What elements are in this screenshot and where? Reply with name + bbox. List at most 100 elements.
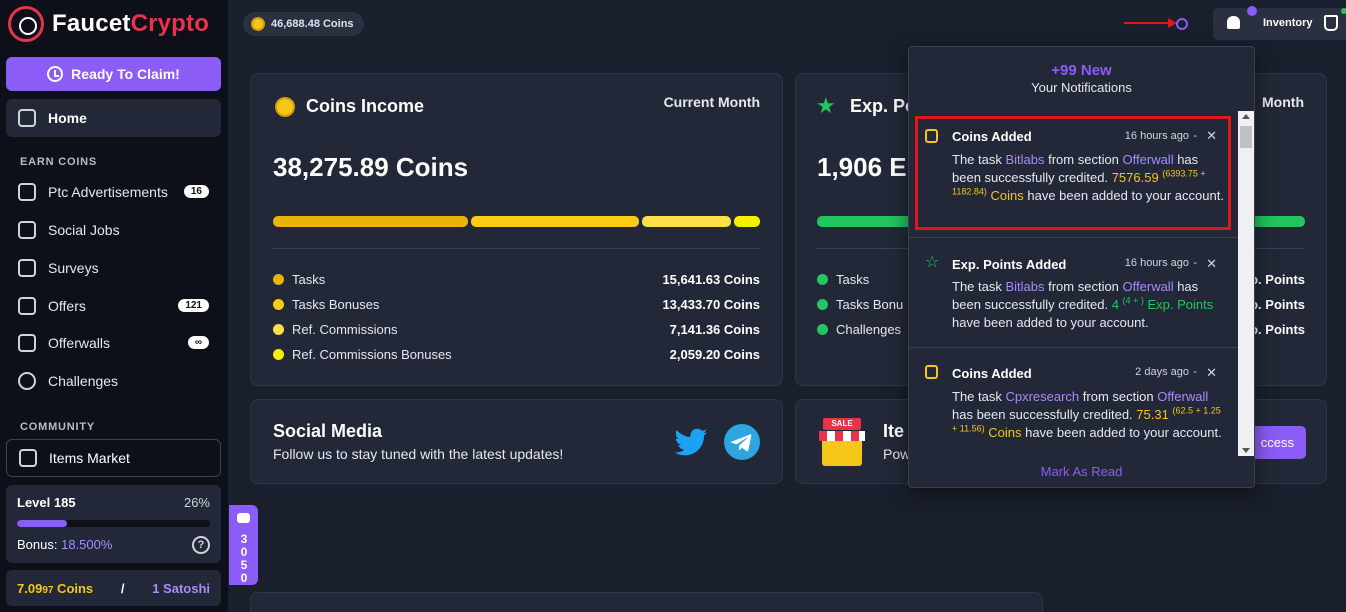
coins-bar-segment (734, 216, 761, 227)
exp-points-total: 1,906 E (817, 152, 907, 182)
notification-dot (1247, 6, 1257, 16)
balance-satoshi: 1 Satoshi (152, 580, 210, 596)
coin-balance-pill[interactable]: 46,688.48 Coins (243, 12, 364, 36)
logo[interactable]: FaucetCrypto (8, 6, 209, 42)
sidebar: FaucetCrypto Ready To Claim! Home EARN C… (0, 0, 228, 612)
inventory-button[interactable]: Inventory (1263, 17, 1313, 29)
coin-icon (251, 17, 265, 31)
notifications-scrollbar[interactable] (1238, 111, 1254, 456)
clock-icon (47, 66, 64, 82)
sidebar-item-offers[interactable]: Offers 121 (6, 288, 221, 324)
row-value: 13,433.70 Coins (662, 297, 760, 312)
card-subtitle: Pow (883, 446, 911, 462)
level-card: Level 185 26% Bonus: 18.500% ? (6, 485, 221, 563)
sidebar-item-ptc-advertisements[interactable]: Ptc Advertisements 16 (6, 174, 221, 210)
ready-to-claim-button[interactable]: Ready To Claim! (6, 57, 221, 91)
row-value: 15,641.63 Coins (662, 272, 760, 287)
coins-income-card: Coins Income Current Month 38,275.89 Coi… (250, 73, 783, 386)
close-icon[interactable]: ✕ (1206, 256, 1217, 272)
bell-icon[interactable] (1227, 16, 1240, 29)
help-icon[interactable]: ? (192, 536, 210, 554)
globe-icon[interactable] (1176, 18, 1188, 30)
briefcase-icon (18, 221, 36, 239)
star-outline-icon: ☆ (925, 254, 940, 271)
sidebar-item-items-market[interactable]: Items Market (6, 439, 221, 477)
notifications-title: Your Notifications (1031, 80, 1132, 95)
legend-dot (273, 324, 284, 335)
section-link[interactable]: Offerwall (1157, 389, 1208, 404)
task-link[interactable]: Bitlabs (1005, 279, 1044, 294)
logo-icon (8, 6, 44, 42)
challenge-icon (18, 372, 36, 390)
card-subtitle: Follow us to stay tuned with the latest … (273, 446, 564, 462)
sidebar-item-surveys[interactable]: Surveys (6, 250, 221, 286)
exp-row-tasks-bonuses: Tasks Bonu (817, 297, 903, 312)
logo-text: FaucetCrypto (52, 10, 210, 37)
divider (273, 248, 760, 249)
sidebar-item-label: Items Market (49, 450, 130, 466)
sidebar-item-home[interactable]: Home (6, 99, 221, 137)
sidebar-item-label: Offers (48, 298, 86, 314)
coin-icon (275, 97, 295, 117)
sidebar-item-label: Surveys (48, 260, 99, 276)
sidebar-item-label: Ptc Advertisements (48, 184, 168, 200)
twitter-icon[interactable] (673, 424, 709, 460)
coins-income-row: Tasks Bonuses (273, 297, 379, 312)
sale-sign: SALE (823, 418, 861, 430)
survey-icon (18, 259, 36, 277)
row-label: Tasks (292, 272, 326, 287)
notification-time: 16 hours ago (1124, 257, 1189, 269)
coins-bar-segment (642, 216, 732, 227)
coins-income-total: 38,275.89 Coins (273, 152, 469, 182)
bonus-value: 18.500% (61, 537, 113, 552)
highlight-box (915, 116, 1231, 230)
market-icon (19, 449, 37, 467)
level-label: Level 185 (17, 495, 76, 510)
scroll-thumb[interactable] (1240, 126, 1252, 148)
sidebar-item-offerwalls[interactable]: Offerwalls ∞ (6, 325, 221, 361)
coins-bar-segment (471, 216, 640, 227)
ptc-icon (18, 183, 36, 201)
ready-to-claim-label: Ready To Claim! (71, 66, 180, 82)
star-icon: ★ (816, 93, 836, 118)
sidebar-item-label: Social Jobs (48, 222, 120, 238)
count-badge: 121 (178, 299, 209, 312)
legend-dot (273, 349, 284, 360)
exp-row-value: o. Points (1250, 297, 1305, 312)
notifications-dropdown: +99 New Your Notifications Coins Added 1… (908, 46, 1255, 488)
notification-item[interactable]: Coins Added 2 days ago - ✕ The task Cpxr… (909, 348, 1239, 457)
row-value: 7,141.36 Coins (669, 322, 760, 337)
row-label: Tasks Bonuses (292, 297, 380, 312)
notification-time: 2 days ago (1135, 366, 1189, 378)
level-progress-bar (17, 520, 210, 527)
task-link[interactable]: Cpxresearch (1005, 389, 1079, 404)
exp-row-challenges: Challenges (817, 322, 901, 337)
section-title-earn-coins: EARN COINS (20, 156, 98, 168)
balance-card: 7.0997 Coins / 1 Satoshi (6, 570, 221, 606)
section-link[interactable]: Offerwall (1123, 279, 1174, 294)
flask-icon[interactable] (1324, 15, 1338, 31)
period-label: Month (1262, 94, 1304, 110)
notification-body: The task Cpxresearch from section Offerw… (952, 389, 1222, 440)
sidebar-item-challenges[interactable]: Challenges (6, 363, 221, 399)
row-value: 2,059.20 Coins (669, 347, 760, 362)
exp-row-value: o. Points (1250, 272, 1305, 287)
chat-icon (237, 513, 250, 523)
exp-row-value: o. Points (1250, 322, 1305, 337)
close-icon[interactable]: ✕ (1206, 365, 1217, 381)
mark-as-read-button[interactable]: Mark As Read (909, 464, 1254, 479)
period-label: Current Month (663, 94, 760, 110)
coins-stack-icon (925, 365, 938, 379)
balance-separator: / (120, 580, 125, 596)
offerwall-icon (18, 334, 36, 352)
bottom-card (250, 592, 1043, 612)
scroll-down-icon[interactable] (1242, 448, 1250, 453)
annotation-arrow (1124, 22, 1172, 24)
chat-tab[interactable]: 3050 (229, 505, 258, 585)
card-title: Social Media (273, 421, 383, 441)
scroll-up-icon[interactable] (1242, 114, 1250, 119)
coins-income-bar (273, 216, 761, 227)
telegram-icon[interactable] (724, 424, 760, 460)
notification-item[interactable]: ☆ Exp. Points Added 16 hours ago - ✕ The… (909, 238, 1239, 348)
sidebar-item-social-jobs[interactable]: Social Jobs (6, 212, 221, 248)
